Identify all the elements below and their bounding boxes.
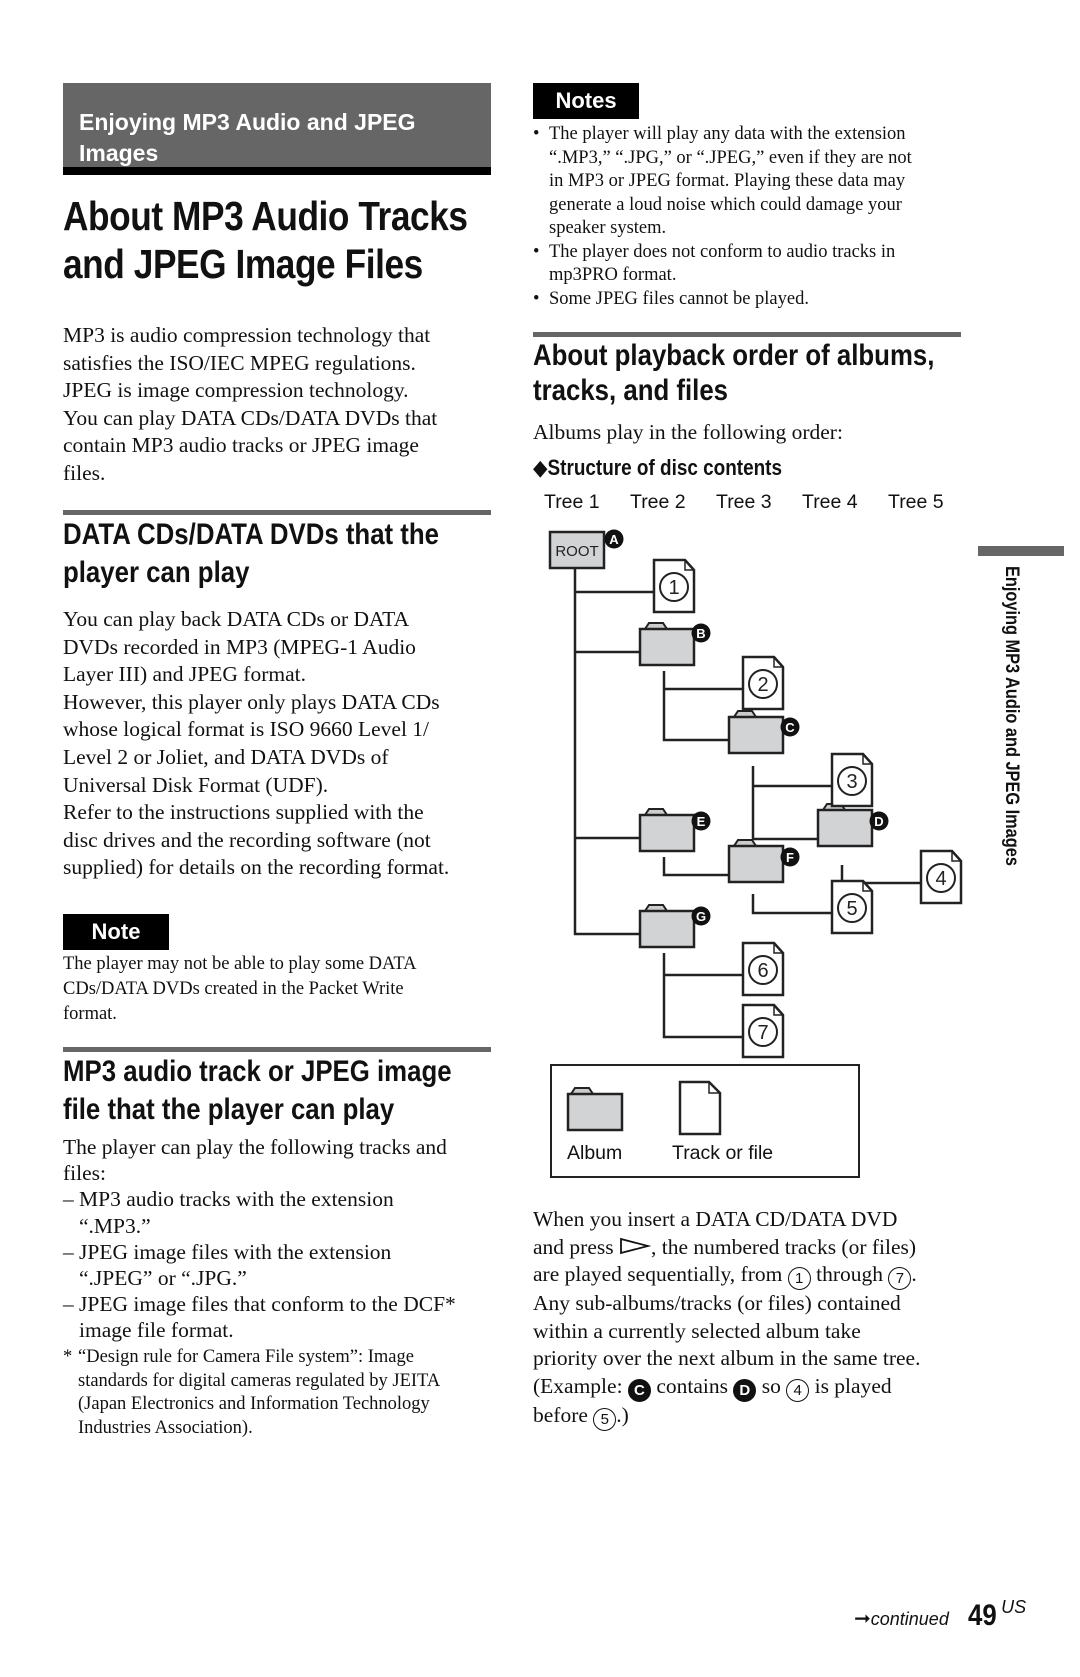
album-letter-badge: C bbox=[780, 717, 800, 737]
text-span: , the numbered tracks (or files) bbox=[650, 1234, 917, 1259]
legend-album-label: Album bbox=[567, 1142, 623, 1164]
text-span: so bbox=[756, 1373, 787, 1398]
page-region: US bbox=[1001, 1597, 1027, 1617]
album-folder-C bbox=[727, 710, 785, 755]
side-tab-bar bbox=[978, 546, 1064, 556]
track-file-icon bbox=[678, 1080, 722, 1136]
text-span: and press bbox=[533, 1234, 619, 1259]
album-letter: G bbox=[696, 909, 706, 924]
text-span: (Example: bbox=[533, 1373, 628, 1398]
side-tab: Enjoying MP3 Audio and JPEG Images bbox=[1000, 566, 1022, 926]
root-label: ROOT bbox=[555, 543, 598, 560]
album-letter-badge: D bbox=[869, 811, 889, 831]
text-line: When you insert a DATA CD/DATA DVD bbox=[533, 1207, 898, 1231]
page-footer: ➞continued 49 US bbox=[854, 1597, 1026, 1633]
page-number: 49 bbox=[967, 1599, 997, 1632]
track-file-4: 4 bbox=[919, 849, 963, 905]
album-letter-badge: B bbox=[691, 623, 711, 643]
track-number-badge: 5 bbox=[593, 1407, 617, 1431]
legend-track-label: Track or file bbox=[672, 1142, 774, 1164]
text-span: are played sequentially, from bbox=[533, 1262, 788, 1287]
album-letter: B bbox=[696, 626, 705, 641]
text-span: is played bbox=[809, 1373, 892, 1398]
play-icon bbox=[620, 1237, 651, 1254]
side-tab-label: Enjoying MP3 Audio and JPEG Images bbox=[1001, 566, 1022, 866]
track-number: 4 bbox=[935, 868, 946, 890]
text-span: . bbox=[911, 1262, 917, 1287]
diagram-legend: Album Track or file bbox=[550, 1064, 860, 1178]
track-number: 5 bbox=[846, 898, 857, 920]
track-file-2: 2 bbox=[741, 655, 785, 711]
root-album: ROOT bbox=[548, 530, 606, 570]
text-line: within a currently selected album take bbox=[533, 1318, 861, 1343]
track-number-badge: 7 bbox=[888, 1267, 912, 1291]
playback-explanation: When you insert a DATA CD/DATA DVD and p… bbox=[533, 1206, 973, 1431]
album-letter-badge: C bbox=[627, 1378, 651, 1402]
text-line: are played sequentially, from 1 through … bbox=[533, 1261, 973, 1291]
album-letter-badge: F bbox=[780, 847, 800, 867]
album-folder-E bbox=[638, 808, 696, 853]
album-folder-D bbox=[816, 803, 874, 848]
track-number-badge: 1 bbox=[787, 1267, 811, 1291]
text-span: through bbox=[810, 1262, 889, 1287]
text-span: before bbox=[533, 1402, 594, 1427]
text-line: (Example: C contains D so 4 is played bbox=[533, 1373, 973, 1402]
track-number-badge: 4 bbox=[786, 1378, 810, 1402]
track-number: 1 bbox=[668, 577, 679, 599]
album-icon bbox=[566, 1087, 624, 1132]
album-letter: C bbox=[785, 720, 795, 735]
track-file-1: 1 bbox=[652, 558, 696, 614]
text-span: contains bbox=[650, 1373, 734, 1398]
album-letter-badge: D bbox=[733, 1378, 757, 1402]
album-letter-badge: A bbox=[604, 529, 624, 549]
continued-arrow-icon: ➞ bbox=[854, 1608, 871, 1630]
album-letter: F bbox=[786, 850, 794, 865]
text-line: priority over the next album in the same… bbox=[533, 1346, 921, 1371]
track-file-6: 6 bbox=[741, 941, 785, 997]
album-letter-badge: E bbox=[691, 811, 711, 831]
text-line: and press , the numbered tracks (or file… bbox=[533, 1234, 973, 1262]
track-file-5: 5 bbox=[830, 879, 874, 935]
text-span: .) bbox=[616, 1402, 629, 1427]
album-folder-B bbox=[638, 622, 696, 667]
album-letter: A bbox=[609, 532, 619, 547]
track-number: 6 bbox=[757, 960, 768, 982]
text-line: before 5.) bbox=[533, 1402, 973, 1431]
album-folder-F bbox=[727, 839, 785, 884]
text-line: Any sub-albums/tracks (or files) contain… bbox=[533, 1291, 901, 1316]
album-letter: E bbox=[697, 814, 706, 829]
album-letter: D bbox=[874, 814, 883, 829]
track-file-3: 3 bbox=[830, 752, 874, 808]
album-letter-badge: G bbox=[691, 906, 711, 926]
track-number: 2 bbox=[757, 674, 768, 696]
track-file-7: 7 bbox=[741, 1003, 785, 1059]
track-number: 7 bbox=[757, 1022, 768, 1044]
album-folder-G bbox=[638, 904, 696, 949]
continued-label: continued bbox=[870, 1609, 949, 1629]
track-number: 3 bbox=[846, 771, 857, 793]
